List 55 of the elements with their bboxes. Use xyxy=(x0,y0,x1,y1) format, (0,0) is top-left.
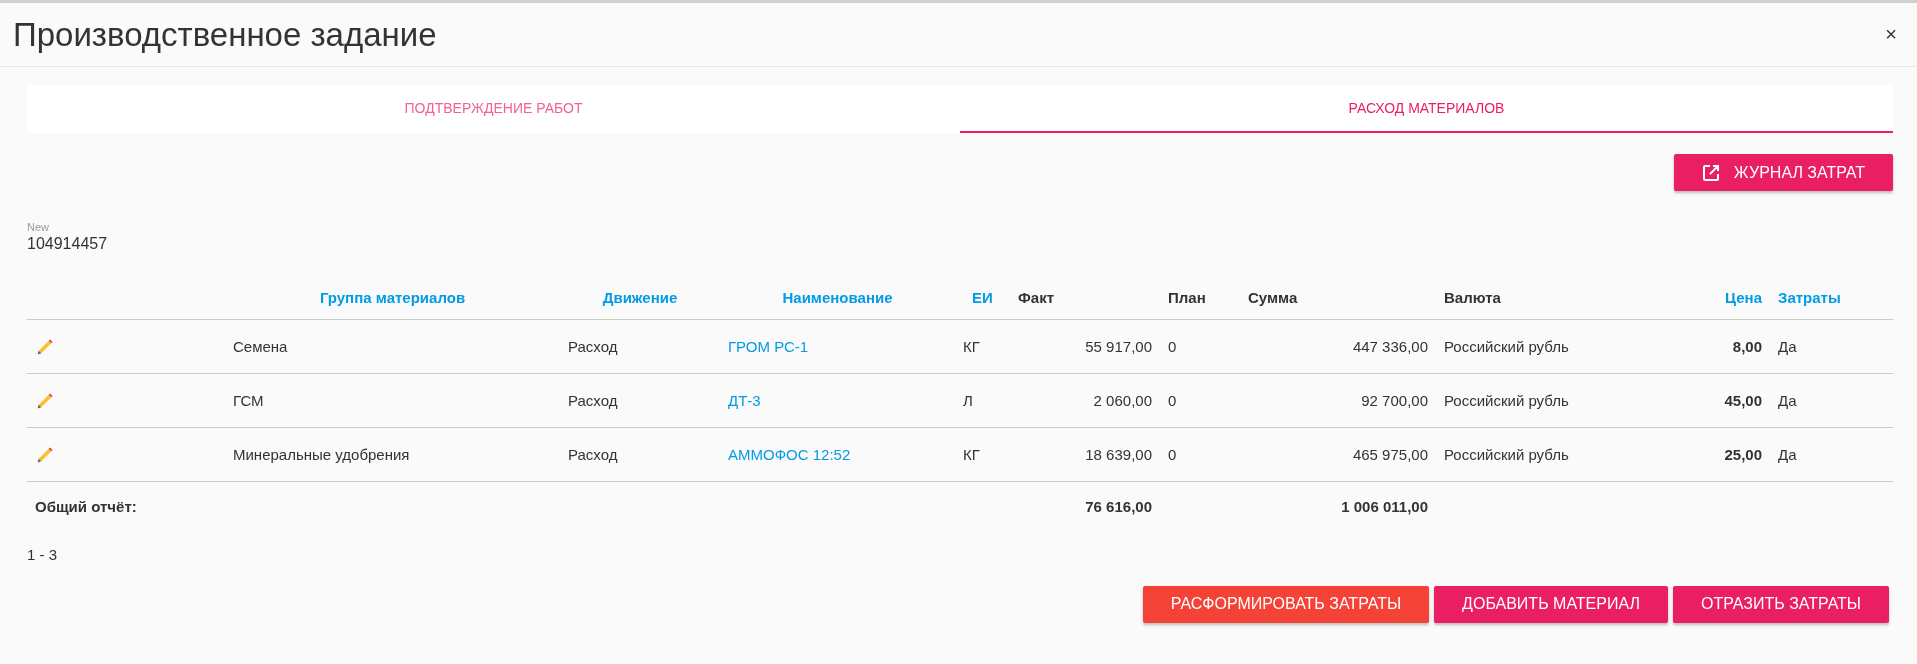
table-cell: 465 975,00 xyxy=(1352,446,1428,463)
table-cell: Семена xyxy=(233,338,288,355)
table-cell: Расход xyxy=(568,338,618,355)
external-link-icon xyxy=(1701,163,1720,182)
table-cell: Расход xyxy=(568,392,618,409)
table-cell: Российский рубль xyxy=(1444,392,1569,409)
total-value: 1 006 011,00 xyxy=(1341,498,1428,516)
table-cell: Л xyxy=(963,392,973,409)
table-cell: 45,00 xyxy=(1724,392,1762,409)
material-link[interactable]: АММОФОС 12:52 xyxy=(728,446,851,463)
table-cell: 0 xyxy=(1168,392,1177,409)
table-cell: 25,00 xyxy=(1724,446,1762,463)
column-header[interactable]: Цена xyxy=(1725,288,1762,306)
action-button[interactable]: ДОБАВИТЬ МАТЕРИАЛ xyxy=(1434,585,1668,623)
table-cell: 0 xyxy=(1168,446,1177,463)
status-label: New xyxy=(27,221,50,233)
column-header: Валюта xyxy=(1444,288,1501,306)
column-header: Сумма xyxy=(1248,288,1298,306)
table-cell: 55 917,00 xyxy=(1085,338,1152,355)
table-cell: 18 639,00 xyxy=(1085,446,1152,463)
column-header[interactable]: Наименование xyxy=(782,288,893,306)
tab[interactable]: РАСХОД МАТЕРИАЛОВ xyxy=(960,85,1893,133)
table-cell: 2 060,00 xyxy=(1093,392,1152,409)
pagination-label: 1 - 3 xyxy=(27,545,58,563)
journal-button[interactable]: ЖУРНАЛ ЗАТРАТ xyxy=(1673,154,1893,191)
action-button[interactable]: ОТРАЗИТЬ ЗАТРАТЫ xyxy=(1673,585,1889,623)
table-cell: Да xyxy=(1778,392,1797,409)
column-header[interactable]: Затраты xyxy=(1778,288,1841,306)
column-header[interactable]: Группа материалов xyxy=(319,288,466,306)
table-cell: Расход xyxy=(568,446,618,463)
totals-label: Общий отчёт: xyxy=(35,498,137,516)
column-header[interactable]: Движение xyxy=(602,288,678,306)
material-link[interactable]: ДТ-3 xyxy=(728,392,761,409)
table-cell: КГ xyxy=(963,338,980,355)
window-title: Производственное задание xyxy=(13,15,437,54)
record-number: 104914457 xyxy=(27,235,109,253)
table-cell: КГ xyxy=(963,446,980,463)
table-cell: Да xyxy=(1778,338,1797,355)
table-cell: ГСМ xyxy=(233,392,264,409)
table-cell: Минеральные удобрения xyxy=(233,446,410,463)
column-header[interactable]: ЕИ xyxy=(972,288,993,306)
column-header: Факт xyxy=(1018,288,1054,306)
table-cell: Российский рубль xyxy=(1444,446,1569,463)
tab[interactable]: ПОДТВЕРЖДЕНИЕ РАБОТ xyxy=(27,85,960,133)
table-cell: 8,00 xyxy=(1732,338,1762,355)
column-header: План xyxy=(1168,288,1206,306)
table-cell: Да xyxy=(1778,446,1797,463)
close-button[interactable]: × xyxy=(1879,23,1903,46)
table-cell: Российский рубль xyxy=(1444,338,1569,355)
total-value: 76 616,00 xyxy=(1085,498,1152,516)
table-cell: 447 336,00 xyxy=(1352,338,1428,355)
table-cell: 0 xyxy=(1168,338,1177,355)
material-link[interactable]: ГРОМ РС-1 xyxy=(728,338,809,355)
table-cell: 92 700,00 xyxy=(1361,392,1428,409)
action-button[interactable]: РАСФОРМИРОВАТЬ ЗАТРАТЫ xyxy=(1142,585,1430,623)
